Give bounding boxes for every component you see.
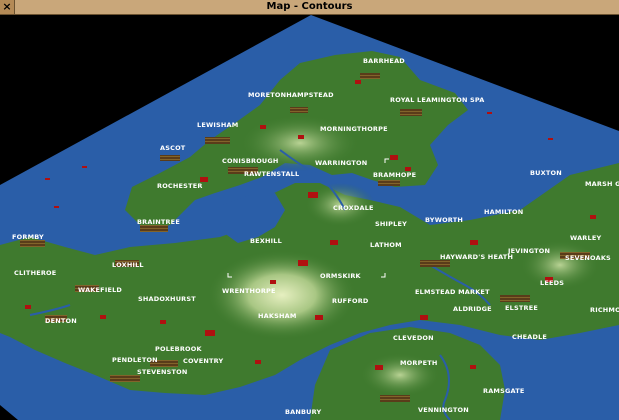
map-viewport[interactable]: BARRHEAD MORETONHAMPSTEAD ROYAL LEAMINGT…	[0, 15, 619, 420]
town-label[interactable]: BUXTON	[530, 169, 562, 177]
town-label[interactable]: WAKEFIELD	[78, 286, 122, 294]
town-label[interactable]: RICHMON	[590, 306, 619, 314]
town-label[interactable]: BRAMHOPE	[373, 171, 416, 179]
town-label[interactable]: CONISBROUGH	[222, 157, 279, 165]
town-label[interactable]: BARRHEAD	[363, 57, 405, 65]
town-label[interactable]: ORMSKIRK	[320, 272, 362, 280]
town-label[interactable]: SEVENOAKS	[565, 254, 611, 262]
town-label[interactable]: RAWTENSTALL	[244, 170, 299, 178]
town-label[interactable]: BRAINTREE	[137, 218, 180, 226]
town-label[interactable]: LEWISHAM	[197, 121, 238, 129]
town-label[interactable]: BEXHILL	[250, 237, 282, 245]
town-label[interactable]: BANBURY	[285, 408, 322, 416]
town-label[interactable]: HAMILTON	[484, 208, 523, 216]
town-label[interactable]: MORPETH	[400, 359, 437, 367]
town-label[interactable]: SHADOXHURST	[138, 295, 196, 303]
town-label[interactable]: RAMSGATE	[483, 387, 525, 395]
town-label[interactable]: WRENTHORPE	[222, 287, 276, 295]
town-label[interactable]: WARRINGTON	[315, 159, 367, 167]
town-label[interactable]: CHEADLE	[512, 333, 547, 341]
town-label[interactable]: MARSH GRE	[585, 180, 619, 188]
town-label[interactable]: MORNINGTHORPE	[320, 125, 388, 133]
town-label[interactable]: STEVENSTON	[137, 368, 188, 376]
town-label[interactable]: RUFFORD	[332, 297, 369, 305]
town-label[interactable]: ELSTREE	[505, 304, 538, 312]
town-label[interactable]: HAYWARD'S HEATH	[440, 253, 513, 261]
town-label[interactable]: CLEVEDON	[393, 334, 434, 342]
town-label[interactable]: ALDRIDGE	[453, 305, 492, 313]
town-label[interactable]: FORMBY	[12, 233, 44, 241]
town-label[interactable]: JEVINGTON	[507, 247, 550, 255]
town-label[interactable]: DENTON	[45, 317, 77, 325]
town-label[interactable]: SHIPLEY	[375, 220, 407, 228]
window-title: Map - Contours	[266, 1, 353, 12]
town-label[interactable]: LOXHILL	[112, 261, 144, 269]
town-label[interactable]: ELMSTEAD MARKET	[415, 288, 490, 296]
town-label[interactable]: ROCHESTER	[157, 182, 203, 190]
town-label[interactable]: LEEDS	[540, 279, 564, 287]
town-label[interactable]: POLEBROOK	[155, 345, 202, 353]
town-label[interactable]: HAKSHAM	[258, 312, 297, 320]
town-label[interactable]: ROYAL LEAMINGTON SPA	[390, 96, 485, 104]
town-label[interactable]: COVENTRY	[183, 357, 224, 365]
town-label[interactable]: WARLEY	[570, 234, 601, 242]
town-label[interactable]: MORETONHAMPSTEAD	[248, 91, 334, 99]
window-titlebar[interactable]: × Map - Contours	[0, 0, 619, 15]
town-label[interactable]: CLITHEROE	[14, 269, 56, 277]
town-label[interactable]: CROXDALE	[333, 204, 374, 212]
town-label[interactable]: ASCOT	[160, 144, 186, 152]
town-label[interactable]: LATHOM	[370, 241, 402, 249]
town-label[interactable]: VENNINGTON	[418, 406, 469, 414]
town-label[interactable]: BYWORTH	[425, 216, 463, 224]
town-label[interactable]: PENDLETON	[112, 356, 158, 364]
